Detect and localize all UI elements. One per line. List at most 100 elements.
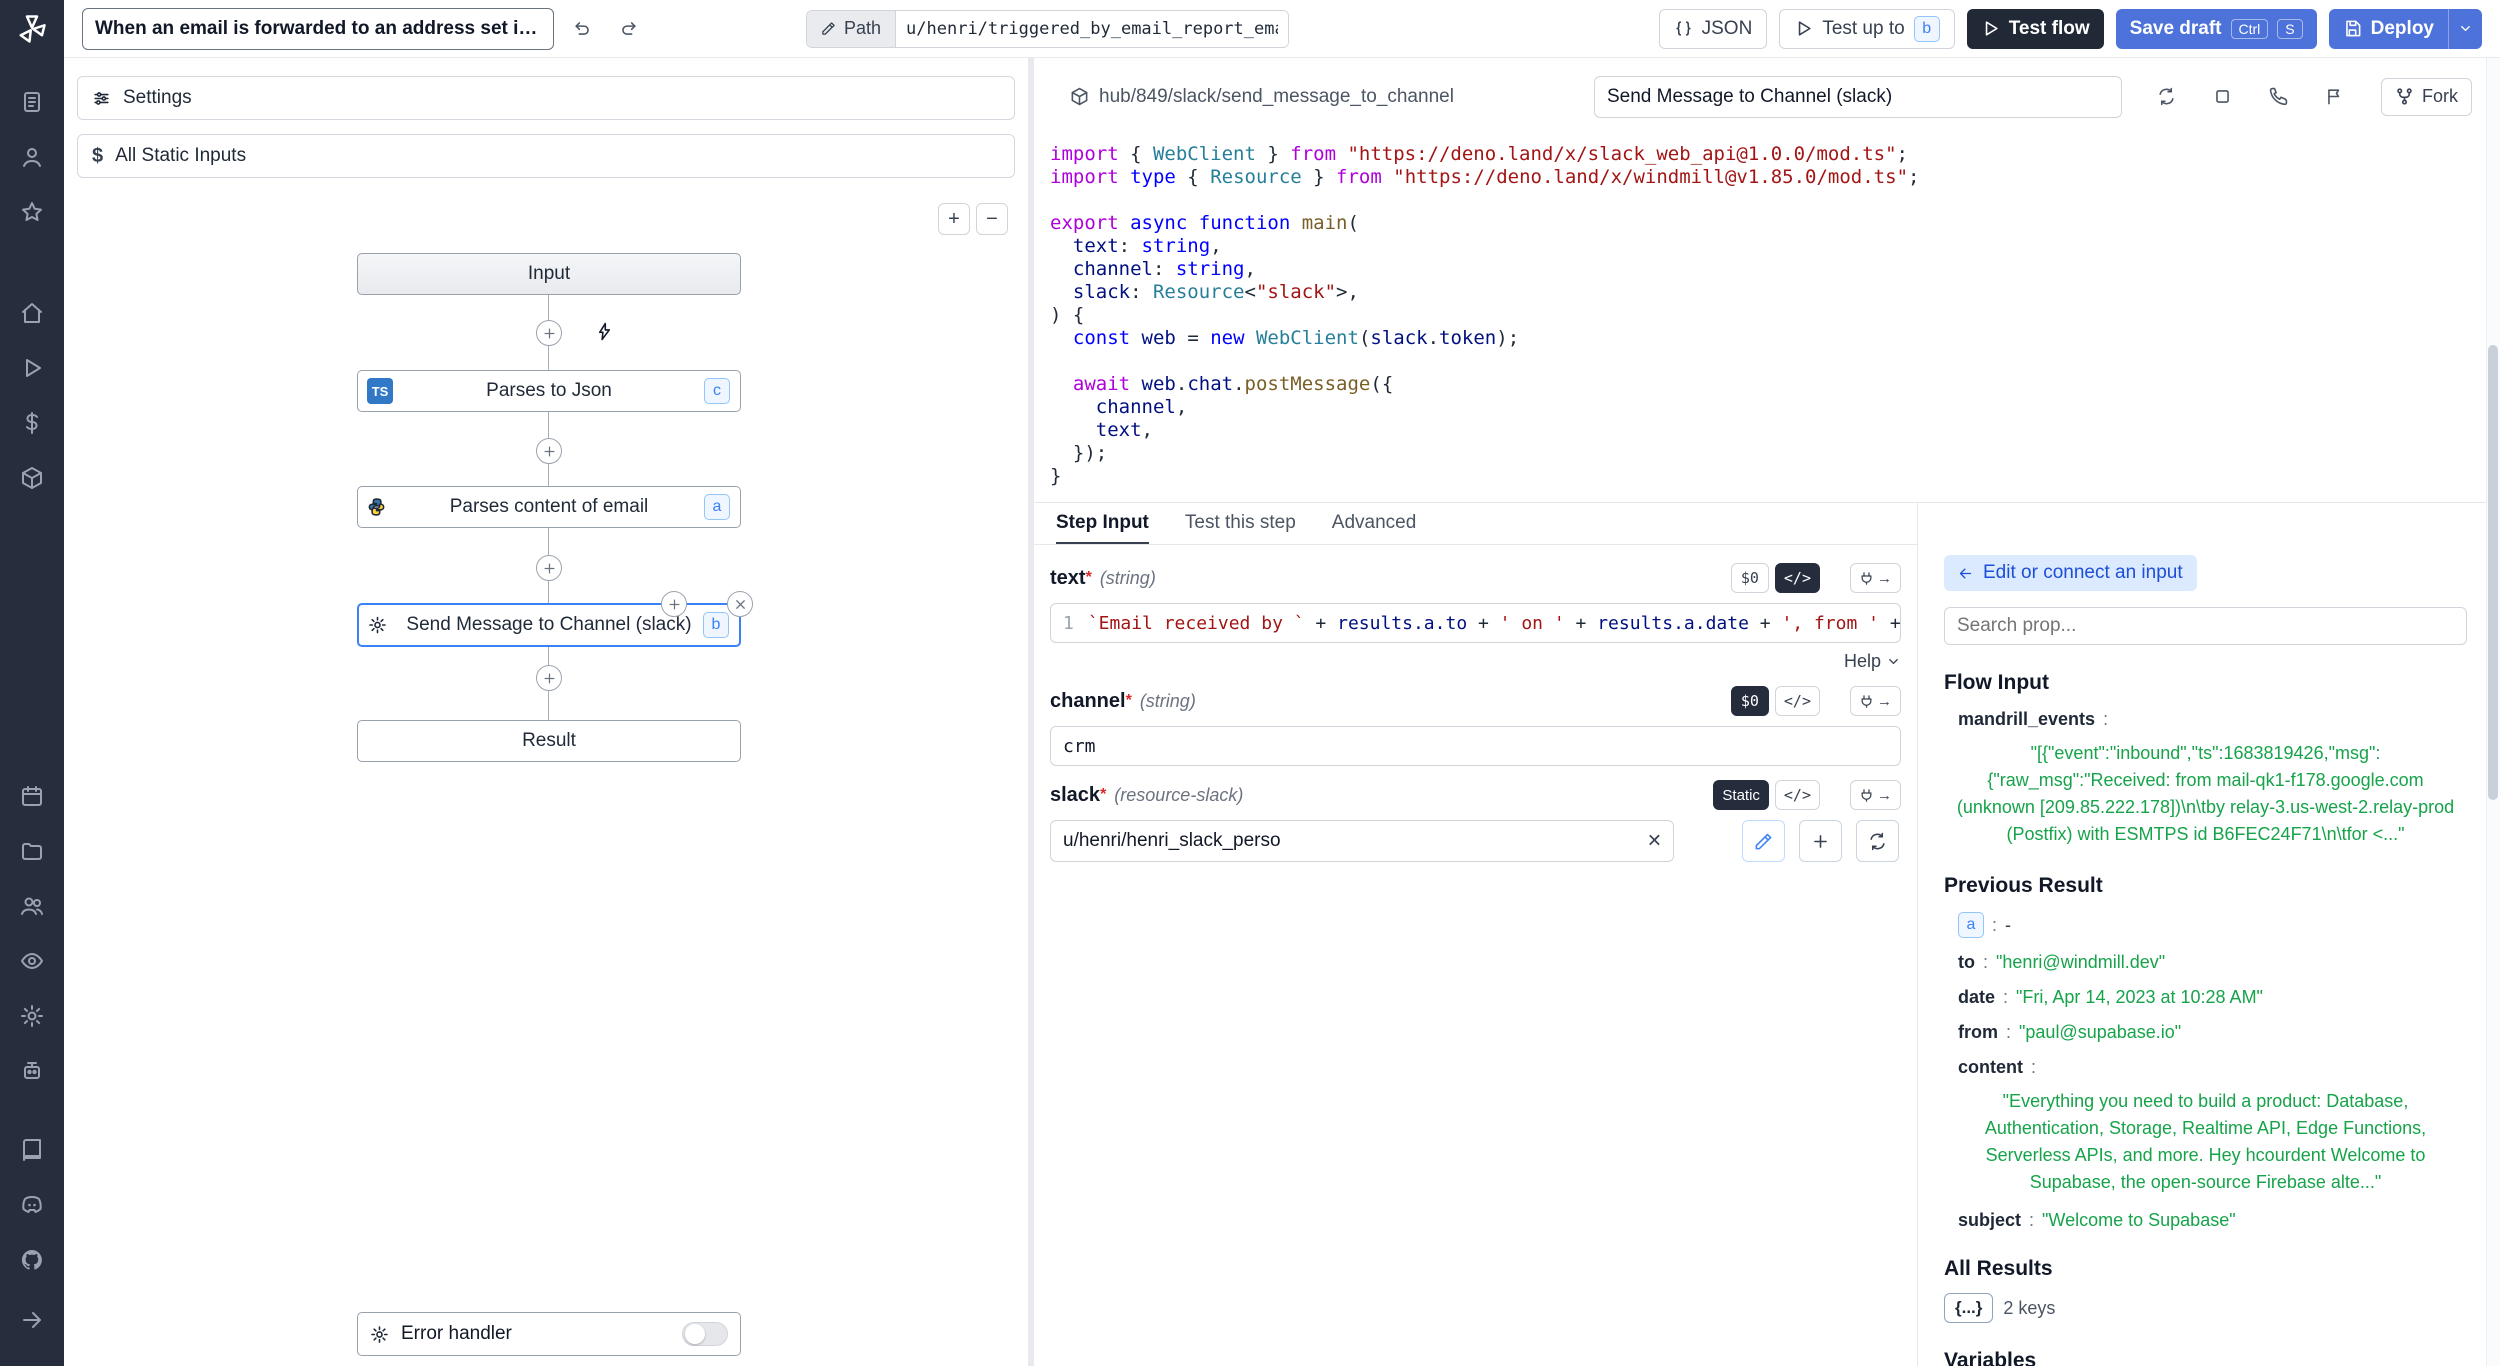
- move-step-icon[interactable]: [661, 591, 687, 617]
- sync-icon[interactable]: [2152, 83, 2180, 111]
- plug-icon: [1859, 694, 1874, 709]
- github-icon[interactable]: [20, 1248, 44, 1277]
- user-icon[interactable]: [20, 145, 44, 174]
- field-channel-header: channel* (string) $0 </> →: [1050, 686, 1901, 716]
- help-link[interactable]: Help: [1050, 651, 1901, 672]
- path-input[interactable]: [896, 11, 1288, 47]
- clear-resource-icon[interactable]: ✕: [1647, 831, 1662, 852]
- code-editor[interactable]: import { WebClient } from "https://deno.…: [1034, 135, 2500, 503]
- resources-cube-icon[interactable]: [20, 466, 44, 495]
- channel-expr-toggle[interactable]: </>: [1775, 686, 1820, 716]
- channel-connect-plug-button[interactable]: →: [1850, 686, 1901, 716]
- test-flow-button[interactable]: Test flow: [1967, 9, 2104, 49]
- previous-result-section-title: Previous Result: [1944, 874, 2467, 898]
- folders-icon[interactable]: [20, 839, 44, 868]
- error-handler-label: Error handler: [401, 1323, 512, 1345]
- settings-gear-icon[interactable]: [20, 1004, 44, 1033]
- zoom-in-button[interactable]: +: [938, 203, 970, 235]
- audit-eye-icon[interactable]: [20, 949, 44, 978]
- static-inputs-bar[interactable]: $ All Static Inputs: [77, 134, 1015, 178]
- path-edit-button[interactable]: Path: [807, 11, 896, 47]
- slack-connect-plug-button[interactable]: →: [1850, 780, 1901, 810]
- insert-step-plus-icon[interactable]: [536, 320, 562, 346]
- variables-dollar-icon[interactable]: [20, 411, 44, 440]
- refresh-resource-button[interactable]: [1856, 820, 1899, 862]
- slack-resource-input[interactable]: [1050, 820, 1674, 862]
- scrollbar-thumb[interactable]: [2488, 345, 2498, 800]
- add-resource-button[interactable]: [1799, 820, 1842, 862]
- phone-icon[interactable]: [2264, 83, 2292, 111]
- home-icon[interactable]: [20, 301, 44, 330]
- docs-book-icon[interactable]: [20, 1138, 44, 1167]
- zoom-out-button[interactable]: −: [976, 203, 1008, 235]
- flow-node-input[interactable]: Input: [357, 253, 741, 295]
- window-scrollbar[interactable]: [2486, 58, 2500, 1366]
- delete-step-icon[interactable]: [727, 591, 753, 617]
- step-id-badge: c: [704, 378, 730, 404]
- tab-advanced[interactable]: Advanced: [1332, 503, 1417, 544]
- schedules-calendar-icon[interactable]: [20, 784, 44, 813]
- edit-resource-button[interactable]: [1742, 820, 1785, 862]
- test-up-to-button[interactable]: Test up to b: [1779, 9, 1954, 49]
- text-expression-input[interactable]: 1 `Email received by ` + results.a.to + …: [1050, 603, 1901, 643]
- redo-icon[interactable]: [610, 11, 646, 47]
- mandrill-events-value[interactable]: "[{"event":"inbound","ts":1683819426,"ms…: [1948, 740, 2463, 848]
- step-input-form: Step Input Test this step Advanced text*…: [1034, 503, 1918, 1366]
- groups-users-icon[interactable]: [20, 894, 44, 923]
- insert-step-plus-icon[interactable]: [536, 438, 562, 464]
- result-from-row[interactable]: from: "paul@supabase.io": [1958, 1022, 2467, 1043]
- zoom-controls: + −: [938, 203, 1008, 235]
- channel-value-input[interactable]: [1050, 726, 1901, 766]
- deploy-button[interactable]: Deploy: [2329, 9, 2448, 49]
- channel-static-toggle[interactable]: $0: [1731, 686, 1769, 716]
- runs-icon[interactable]: [20, 90, 44, 119]
- workers-bot-icon[interactable]: [20, 1059, 44, 1088]
- result-date-row[interactable]: date: "Fri, Apr 14, 2023 at 10:28 AM": [1958, 987, 2467, 1008]
- app-window: Path JSON Test up to b Test flow: [0, 0, 2500, 1366]
- fork-button[interactable]: Fork: [2381, 78, 2472, 116]
- slack-expr-toggle[interactable]: </>: [1775, 780, 1820, 810]
- tab-step-input[interactable]: Step Input: [1056, 503, 1149, 544]
- star-icon[interactable]: [20, 200, 44, 229]
- insert-step-plus-icon[interactable]: [536, 555, 562, 581]
- runs-play-icon[interactable]: [20, 356, 44, 385]
- tab-test-this-step[interactable]: Test this step: [1185, 503, 1296, 544]
- undo-icon[interactable]: [564, 11, 600, 47]
- save-draft-button[interactable]: Save draft Ctrl S: [2116, 9, 2317, 49]
- flag-icon[interactable]: [2320, 83, 2348, 111]
- flow-node-parses-content-of-email[interactable]: Parses content of email a: [357, 486, 741, 528]
- all-results-expand-chip[interactable]: {...}: [1944, 1293, 1993, 1323]
- deploy-dropdown-button[interactable]: [2448, 9, 2482, 49]
- json-button[interactable]: JSON: [1659, 9, 1768, 49]
- edit-or-connect-button[interactable]: Edit or connect an input: [1944, 555, 2197, 591]
- result-content-key[interactable]: content:: [1958, 1057, 2467, 1078]
- windmill-logo-icon[interactable]: [17, 14, 47, 49]
- result-content-value[interactable]: "Everything you need to build a product:…: [1948, 1088, 2463, 1196]
- window-icon[interactable]: [2208, 83, 2236, 111]
- settings-bar[interactable]: Settings: [77, 76, 1015, 120]
- flow-title-input[interactable]: [82, 8, 554, 50]
- error-handler-node[interactable]: Error handler: [357, 1312, 741, 1356]
- result-subject-row[interactable]: subject: "Welcome to Supabase": [1958, 1210, 2467, 1231]
- discord-icon[interactable]: [20, 1193, 44, 1222]
- slack-static-toggle[interactable]: Static: [1713, 780, 1769, 810]
- mandrill-events-key[interactable]: mandrill_events:: [1958, 709, 2467, 730]
- step-name-input[interactable]: [1594, 76, 2122, 118]
- text-connect-plug-button[interactable]: →: [1850, 563, 1901, 593]
- flow-node-parses-to-json[interactable]: TS Parses to Json c: [357, 370, 741, 412]
- text-static-toggle[interactable]: $0: [1731, 563, 1769, 593]
- insert-step-plus-icon[interactable]: [536, 665, 562, 691]
- flow-node-result[interactable]: Result: [357, 720, 741, 762]
- flow-node-send-message-to-channel[interactable]: Send Message to Channel (slack) b: [357, 603, 741, 647]
- search-prop-input[interactable]: [1944, 607, 2467, 645]
- field-text-header: text* (string) $0 </> →: [1050, 563, 1901, 593]
- error-handler-toggle[interactable]: [682, 1322, 728, 1346]
- field-text-label: text: [1050, 567, 1086, 590]
- trigger-bolt-icon[interactable]: [595, 322, 614, 346]
- result-a-row[interactable]: a : -: [1958, 912, 2467, 938]
- step-editor-panel: hub/849/slack/send_message_to_channel Fo…: [1034, 58, 2500, 1366]
- result-to-row[interactable]: to: "henri@windmill.dev": [1958, 952, 2467, 973]
- text-expr-toggle[interactable]: </>: [1775, 563, 1820, 593]
- expand-sidebar-arrow-icon[interactable]: [20, 1308, 44, 1337]
- field-slack-label: slack: [1050, 784, 1100, 807]
